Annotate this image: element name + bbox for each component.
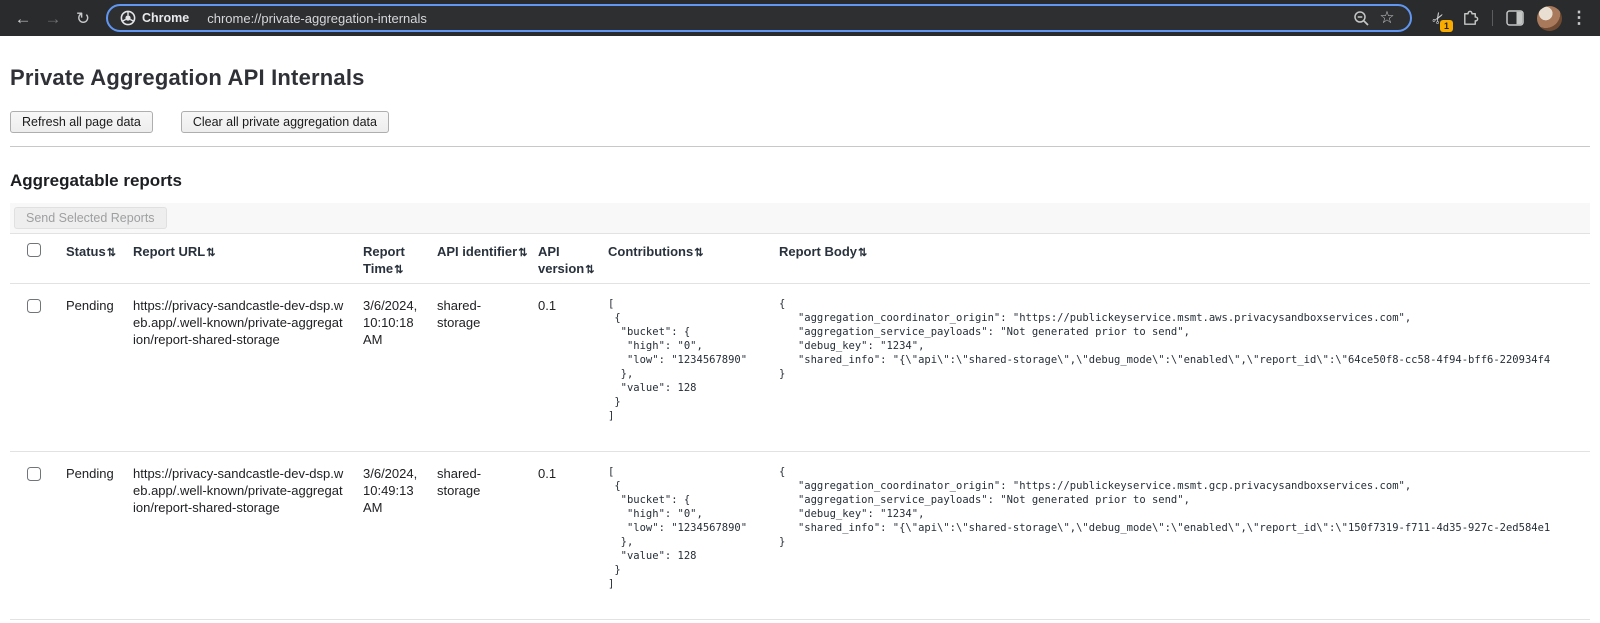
browser-toolbar: ← → ↻ Chrome chrome://private-aggregatio… xyxy=(0,0,1600,36)
extension-badge: 1 xyxy=(1440,20,1453,32)
section-title: Aggregatable reports xyxy=(10,171,1590,191)
zoom-icon[interactable] xyxy=(1348,5,1374,31)
sort-icon: ⇅ xyxy=(518,247,527,259)
column-header-report-url[interactable]: Report URL⇅ xyxy=(133,234,363,284)
forward-icon[interactable]: → xyxy=(38,3,68,33)
cell-report-body: { "aggregation_coordinator_origin": "htt… xyxy=(779,297,1576,381)
column-header-contributions[interactable]: Contributions⇅ xyxy=(608,234,779,284)
reload-icon[interactable]: ↻ xyxy=(68,3,98,33)
cell-report-body: { "aggregation_coordinator_origin": "htt… xyxy=(779,465,1576,549)
cell-report-url: https://privacy-sandcastle-dev-dsp.web.a… xyxy=(133,284,363,452)
sort-icon: ⇅ xyxy=(107,247,116,259)
scissors-extension-icon[interactable]: ✂ 1 xyxy=(1424,4,1452,32)
reports-table: Status⇅ Report URL⇅ Report Time⇅ API ide… xyxy=(10,233,1590,620)
extensions-puzzle-icon[interactable] xyxy=(1456,4,1484,32)
bookmark-star-icon[interactable]: ☆ xyxy=(1374,5,1400,31)
table-toolbar: Send Selected Reports xyxy=(10,203,1590,233)
chrome-chip: Chrome xyxy=(116,8,197,28)
sort-icon: ⇅ xyxy=(694,247,703,259)
cell-api-version: 0.1 xyxy=(538,284,608,452)
column-header-api-version[interactable]: API version⇅ xyxy=(538,234,608,284)
column-header-status[interactable]: Status⇅ xyxy=(66,234,133,284)
divider xyxy=(10,146,1590,147)
send-selected-button[interactable]: Send Selected Reports xyxy=(14,207,167,229)
sort-icon: ⇅ xyxy=(858,247,867,259)
cell-contributions: [ { "bucket": { "high": "0", "low": "123… xyxy=(608,465,765,591)
select-all-checkbox[interactable] xyxy=(27,243,41,257)
url-text[interactable]: chrome://private-aggregation-internals xyxy=(207,11,1348,26)
cell-api-version: 0.1 xyxy=(538,452,608,620)
column-header-report-time[interactable]: Report Time⇅ xyxy=(363,234,437,284)
column-header-api-identifier[interactable]: API identifier⇅ xyxy=(437,234,538,284)
side-panel-icon[interactable] xyxy=(1501,4,1529,32)
profile-avatar[interactable] xyxy=(1537,6,1562,31)
row-checkbox[interactable] xyxy=(27,467,41,481)
cell-api-identifier: shared-storage xyxy=(437,284,538,452)
column-header-report-body[interactable]: Report Body⇅ xyxy=(779,234,1590,284)
table-header-row: Status⇅ Report URL⇅ Report Time⇅ API ide… xyxy=(10,234,1590,284)
cell-contributions: [ { "bucket": { "high": "0", "low": "123… xyxy=(608,297,765,423)
cell-status: Pending xyxy=(66,452,133,620)
page-title: Private Aggregation API Internals xyxy=(10,65,1590,91)
back-icon[interactable]: ← xyxy=(8,3,38,33)
clear-all-button[interactable]: Clear all private aggregation data xyxy=(181,111,389,133)
chrome-chip-label: Chrome xyxy=(142,11,189,25)
sort-icon: ⇅ xyxy=(585,264,594,276)
cell-report-time: 3/6/2024, 10:10:18 AM xyxy=(363,284,437,452)
url-bar[interactable]: Chrome chrome://private-aggregation-inte… xyxy=(106,4,1412,32)
refresh-all-button[interactable]: Refresh all page data xyxy=(10,111,153,133)
cell-api-identifier: shared-storage xyxy=(437,452,538,620)
sort-icon: ⇅ xyxy=(394,264,403,276)
menu-icon[interactable]: ⋮ xyxy=(1568,8,1590,28)
sort-icon: ⇅ xyxy=(206,247,215,259)
row-checkbox[interactable] xyxy=(27,299,41,313)
cell-report-time: 3/6/2024, 10:49:13 AM xyxy=(363,452,437,620)
toolbar-separator xyxy=(1492,10,1493,26)
cell-report-url: https://privacy-sandcastle-dev-dsp.web.a… xyxy=(133,452,363,620)
table-row: Pending https://privacy-sandcastle-dev-d… xyxy=(10,284,1590,452)
chrome-logo-icon xyxy=(120,10,136,26)
cell-status: Pending xyxy=(66,284,133,452)
table-row: Pending https://privacy-sandcastle-dev-d… xyxy=(10,452,1590,620)
